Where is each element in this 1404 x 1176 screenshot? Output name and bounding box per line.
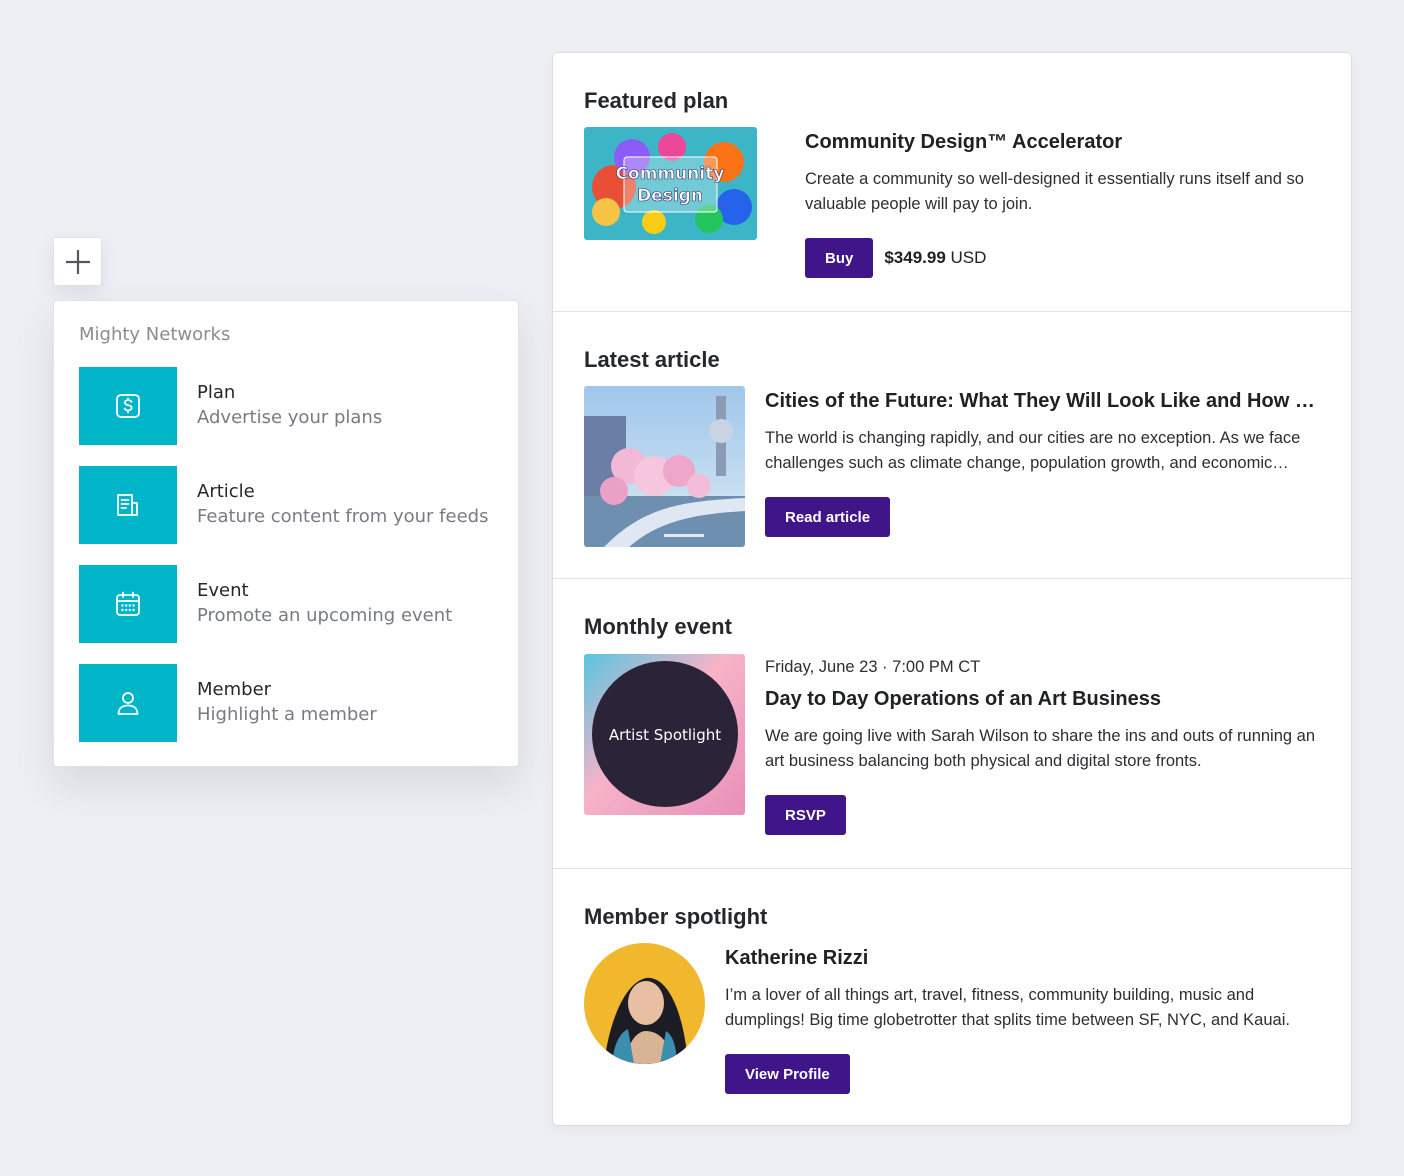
article-title: Cities of the Future: What They Will Loo… (765, 390, 1321, 412)
section-title: Featured plan (584, 88, 729, 113)
monthly-event-section: Monthly event Artist Spotlight Friday, J… (553, 579, 1351, 869)
person-icon (117, 692, 139, 715)
event-body: Friday, June 23 · 7:00 PM CT Day to Day … (765, 658, 1321, 835)
event-date: Friday, June 23 · 7:00 PM CT (765, 658, 981, 676)
event-thumb-text: Artist Spotlight (609, 726, 721, 744)
picker-item-name: Article (197, 481, 255, 502)
member-spotlight-section: Member spotlight Katherine Rizzi I’m a l… (553, 869, 1351, 1125)
picker-item-desc: Highlight a member (197, 704, 377, 725)
latest-article-section: Latest article Cities of the Future: Wha… (553, 312, 1351, 579)
featured-plan-section: Featured plan Community Design Community… (553, 53, 1351, 312)
member-body: Katherine Rizzi I’m a lover of all thing… (725, 947, 1321, 1094)
section-title: Latest article (584, 347, 720, 372)
picker-item-member[interactable]: Member Highlight a member (79, 664, 493, 742)
picker-item-name: Event (197, 580, 249, 601)
content-card: Featured plan Community Design Community… (552, 52, 1352, 1126)
calendar-icon (116, 591, 140, 616)
picker-item-name: Member (197, 679, 272, 700)
plan-thumbnail[interactable]: Community Design (584, 127, 757, 240)
block-picker: Mighty Networks Plan Advertise your plan… (53, 300, 519, 767)
plan-price: $349.99 USD (884, 248, 986, 268)
picker-item-desc: Promote an upcoming event (197, 605, 453, 626)
member-bio: I’m a lover of all things art, travel, f… (725, 986, 1290, 1029)
picker-item-article[interactable]: Article Feature content from your feeds (79, 466, 493, 544)
article-icon (117, 494, 138, 516)
picker-icon-tile (79, 565, 177, 643)
picker-title: Mighty Networks (79, 324, 231, 345)
plan-body: Community Design™ Accelerator Create a c… (805, 131, 1321, 278)
picker-icon-tile (79, 466, 177, 544)
price-amount: $349.99 (884, 248, 946, 267)
picker-icon-tile (79, 664, 177, 742)
event-title: Day to Day Operations of an Art Business (765, 688, 1162, 710)
article-thumbnail[interactable] (584, 386, 745, 547)
picker-item-name: Plan (197, 382, 236, 403)
article-desc: The world is changing rapidly, and our c… (765, 429, 1301, 472)
dollar-icon (116, 394, 140, 418)
member-avatar[interactable] (584, 943, 705, 1064)
event-desc: We are going live with Sarah Wilson to s… (765, 727, 1316, 770)
picker-item-desc: Advertise your plans (197, 407, 383, 428)
section-title: Member spotlight (584, 904, 768, 929)
rsvp-button[interactable]: RSVP (765, 795, 846, 835)
member-name: Katherine Rizzi (725, 947, 869, 969)
article-body: Cities of the Future: What They Will Loo… (765, 390, 1321, 537)
plan-thumb-text-2: Design (637, 186, 703, 206)
picker-item-event[interactable]: Event Promote an upcoming event (79, 565, 493, 643)
plus-icon (65, 249, 90, 274)
plan-thumb-text-1: Community (616, 164, 725, 184)
picker-icon-tile (79, 367, 177, 445)
picker-item-desc: Feature content from your feeds (197, 506, 489, 527)
buy-button[interactable]: Buy (805, 238, 874, 278)
view-profile-button[interactable]: View Profile (725, 1054, 850, 1094)
add-block-button[interactable] (53, 237, 102, 286)
read-article-button[interactable]: Read article (765, 497, 891, 537)
picker-item-plan[interactable]: Plan Advertise your plans (79, 367, 493, 445)
section-title: Monthly event (584, 614, 732, 639)
event-thumbnail[interactable]: Artist Spotlight (584, 654, 745, 815)
plan-desc: Create a community so well-designed it e… (805, 170, 1304, 213)
plan-title: Community Design™ Accelerator (805, 131, 1123, 153)
price-currency: USD (950, 248, 987, 267)
